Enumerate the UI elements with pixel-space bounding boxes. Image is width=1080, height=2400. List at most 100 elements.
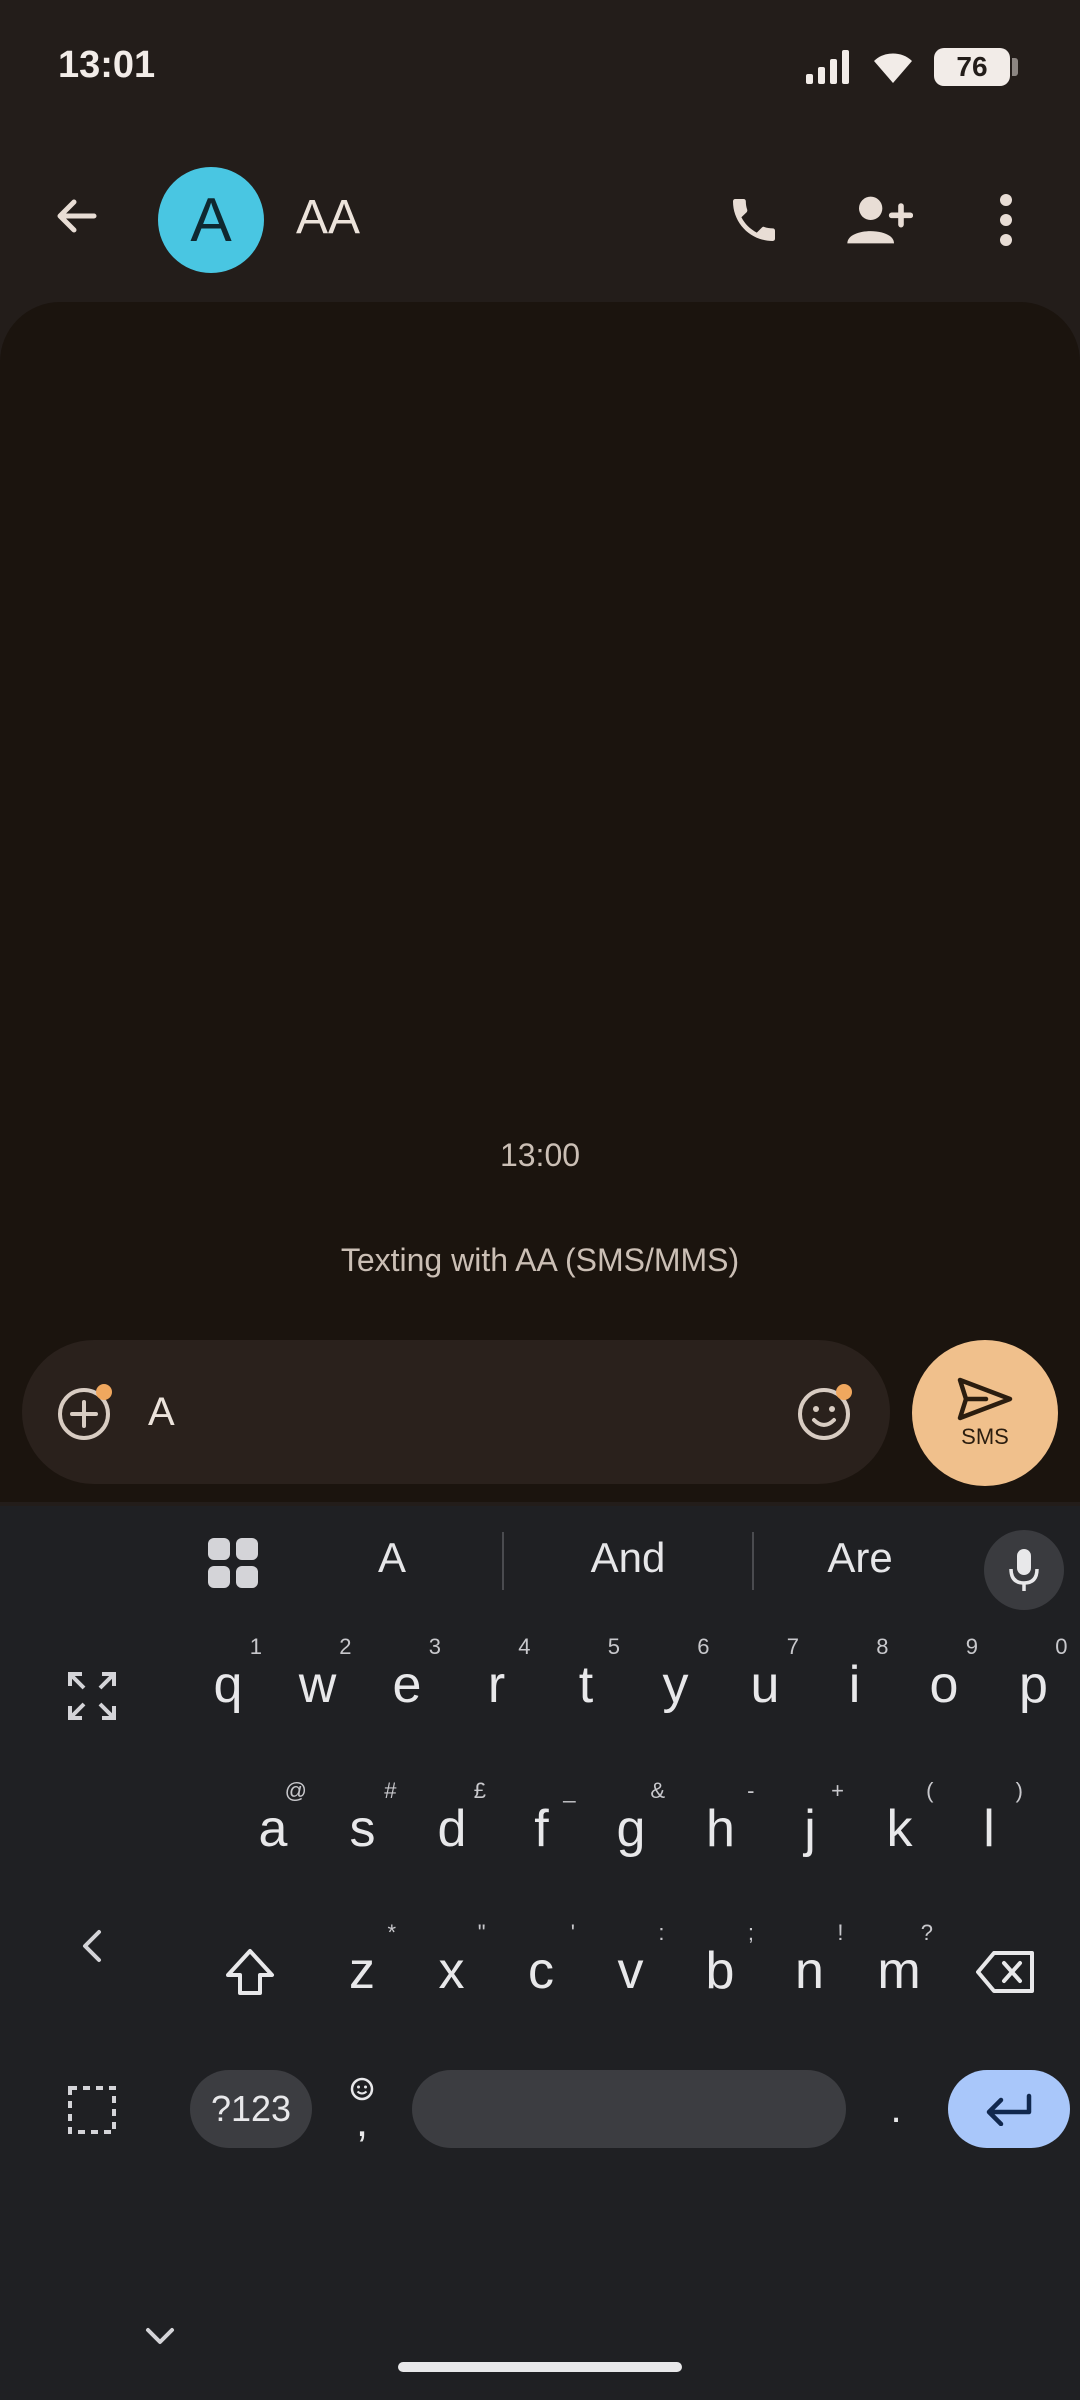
key-label: i [848,1656,861,1714]
key-j[interactable]: j + [770,1774,850,1884]
battery-icon: 76 [934,48,1018,86]
chevron-left-icon [83,1930,101,1962]
key-g[interactable]: g & [591,1774,671,1884]
call-button[interactable] [714,180,794,260]
key-hint: ? [920,1920,933,1945]
period-key[interactable]: . [870,2070,922,2148]
suggestion-3[interactable]: Are [790,1534,930,1582]
space-key[interactable] [412,2070,846,2148]
key-label: s [349,1800,376,1858]
compose-bar [22,1340,890,1484]
key-w[interactable]: w2 [278,1630,358,1740]
key-hint: ! [837,1920,844,1945]
more-vert-icon [1000,194,1012,246]
key-u[interactable]: u7 [725,1630,805,1740]
send-button[interactable]: SMS [912,1340,1058,1486]
key-hint: " [477,1920,486,1945]
comma-label: , [355,2097,369,2146]
phone-icon [733,199,775,241]
select-text-button[interactable] [52,2070,132,2150]
key-k[interactable]: k( [860,1774,940,1884]
key-hint: 6 [697,1634,710,1659]
select-icon [68,2086,116,2134]
key-i[interactable]: i8 [815,1630,895,1740]
message-timestamp: 13:00 [499,1137,581,1173]
key-hint: 5 [607,1634,620,1659]
emoji-button[interactable] [792,1378,860,1446]
voice-input-button[interactable] [984,1530,1064,1610]
key-hint: 4 [518,1634,531,1659]
apps-button[interactable] [202,1532,264,1594]
add-circle-icon [58,1384,112,1440]
send-icon [957,1377,1013,1421]
message-input[interactable] [146,1380,786,1444]
key-hint: 7 [786,1634,799,1659]
key-label: o [929,1656,959,1714]
key-r[interactable]: r4 [457,1630,537,1740]
conversation-area: 13:00 Texting with AA (SMS/MMS) [0,302,1080,1502]
key-s[interactable]: s # [323,1774,403,1884]
backspace-key[interactable] [966,1932,1046,2012]
key-d[interactable]: d £ [412,1774,492,1884]
avatar[interactable]: A [158,167,264,273]
key-label: y [662,1656,689,1714]
suggestion-divider [502,1532,504,1590]
key-label: h [706,1800,735,1858]
key-c[interactable]: c ' [501,1916,581,2026]
attach-button[interactable] [52,1378,120,1446]
key-hint: : [658,1920,665,1945]
back-button[interactable] [40,180,112,252]
key-p[interactable]: p0 [994,1630,1074,1740]
cursor-left-button[interactable] [52,1906,132,1986]
key-b[interactable]: b; [680,1916,760,2026]
key-label: p [1019,1656,1048,1714]
key-f[interactable]: f _ [502,1774,582,1884]
shift-key[interactable] [210,1932,290,2012]
key-l[interactable]: l) [949,1774,1029,1884]
hide-keyboard-button[interactable] [120,2296,200,2376]
resize-keyboard-button[interactable] [52,1656,132,1736]
key-v[interactable]: v: [591,1916,671,2026]
send-label: SMS [961,1424,1009,1449]
wifi-icon [874,53,912,83]
key-a[interactable]: a @ [233,1774,313,1884]
key-h[interactable]: h- [681,1774,761,1884]
key-label: k [886,1800,913,1858]
add-contact-button[interactable] [840,180,920,260]
shift-icon [226,1949,274,1995]
key-e[interactable]: e3 [367,1630,447,1740]
backspace-icon [976,1951,1034,1993]
key-hint: 2 [339,1634,352,1659]
status-bar: 13:01 76 [0,0,1080,130]
key-label: x [438,1942,465,2000]
signal-icon [806,50,849,84]
key-hint: + [831,1778,844,1803]
key-x[interactable]: x " [412,1916,492,2026]
more-options-button[interactable] [966,180,1046,260]
key-y[interactable]: y6 [636,1630,716,1740]
emoji-icon [798,1384,852,1440]
key-n[interactable]: n! [770,1916,850,2026]
key-z[interactable]: z * [322,1916,402,2026]
home-indicator[interactable] [398,2362,682,2372]
suggestion-2[interactable]: And [548,1534,708,1582]
key-hint: 0 [1055,1634,1068,1659]
contact-name[interactable]: AA [296,190,360,245]
symbols-key[interactable]: ?123 [190,2070,312,2148]
key-hint: 9 [965,1634,978,1659]
key-hint: 8 [876,1634,889,1659]
enter-icon [986,2093,1032,2126]
keyboard: A And Are q1w2e3r4t5y6u7i8 o 9 p 0 a @ s… [0,1506,1080,2400]
key-hint: ; [747,1920,754,1945]
suggestion-1[interactable]: A [332,1534,452,1582]
key-label: b [705,1942,735,2000]
key-hint: £ [473,1778,486,1803]
key-q[interactable]: q1 [188,1630,268,1740]
key-label: q [213,1656,243,1714]
key-t[interactable]: t5 [546,1630,626,1740]
comma-key[interactable]: , [336,2064,388,2154]
enter-key[interactable] [948,2070,1070,2148]
key-m[interactable]: m? [859,1916,939,2026]
key-o[interactable]: o9 [904,1630,984,1740]
key-label: l [983,1800,995,1858]
